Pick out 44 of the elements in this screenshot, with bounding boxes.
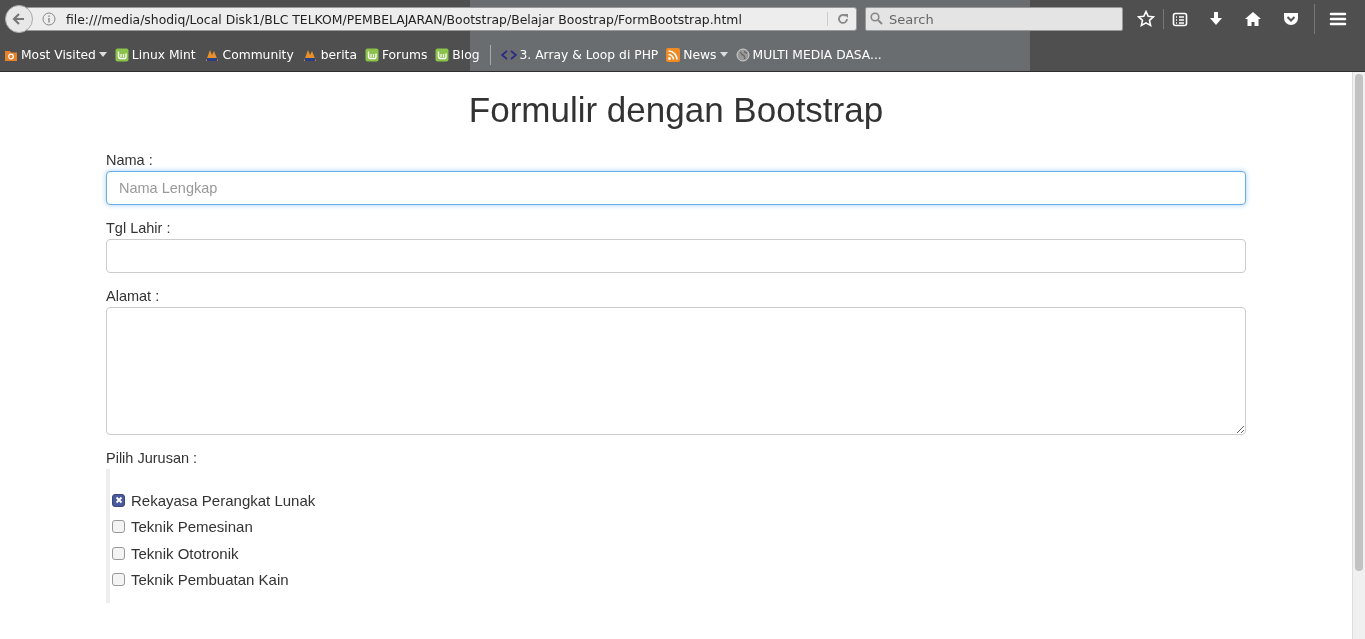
globe-icon — [735, 47, 750, 62]
field-label: Pilih Jurusan : — [106, 450, 199, 466]
scrollbar-thumb[interactable] — [1355, 74, 1363, 571]
page-title: Formulir dengan Bootstrap — [467, 90, 885, 130]
field-label: Alamat : — [106, 288, 161, 304]
checkbox-label[interactable]: Rekayasa Perangkat Lunak — [131, 491, 316, 509]
bookmark-item[interactable]: berita — [301, 47, 357, 62]
address-bar[interactable]: file:///media/shodiq/Local Disk1/BLC TELKOM/PEMBELAJARAN/Bootstrap/Belajar Boostrap/FormBootstrap.html — [27, 7, 857, 31]
checkbox-label[interactable]: Teknik Pemesinan — [131, 518, 253, 536]
input-field[interactable] — [106, 239, 1246, 273]
pocket-icon[interactable] — [1282, 11, 1300, 27]
cross-mark-icon — [114, 496, 123, 505]
field-label: Tgl Lahir : — [106, 220, 172, 236]
bookmark-item[interactable]: Forums — [364, 47, 428, 62]
checkbox-label[interactable]: Teknik Pembuatan Kain — [131, 571, 289, 589]
bookmark-item[interactable]: 3. Array & Loop di PHP — [500, 47, 659, 62]
menu-icon[interactable] — [1329, 11, 1347, 27]
mint-logo-icon — [364, 47, 379, 62]
checkbox[interactable] — [112, 573, 125, 587]
bookmark-item[interactable]: Linux Mint — [114, 47, 196, 62]
download-icon[interactable] — [1208, 11, 1224, 27]
checkbox[interactable] — [112, 493, 125, 507]
bookmark-item[interactable]: News — [666, 47, 728, 62]
back-arrow-icon — [12, 12, 26, 26]
bookmark-item[interactable]: Community — [203, 47, 294, 62]
input-field[interactable]: Nama Lengkap — [106, 171, 1246, 205]
mint-logo-icon — [435, 47, 450, 62]
checkbox[interactable] — [112, 546, 125, 560]
mint-logo-icon — [114, 47, 129, 62]
search-field[interactable]: Search — [865, 7, 1123, 31]
checkbox[interactable] — [112, 520, 125, 534]
reading-list-icon[interactable] — [1172, 11, 1188, 27]
home-icon[interactable] — [1244, 11, 1262, 27]
code-icon — [500, 47, 517, 62]
url-text: file:///media/shodiq/Local Disk1/BLC TELKOM/PEMBELAJARAN/Bootstrap/Belajar Boostrap/FormBootstrap.html — [66, 11, 743, 27]
field-label: Nama : — [106, 152, 154, 168]
reload-icon[interactable] — [827, 12, 850, 26]
textarea-field[interactable] — [106, 307, 1246, 435]
bookmark-item[interactable]: Blog — [435, 47, 480, 62]
bookmark-item[interactable]: Most Visited — [4, 47, 107, 62]
star-icon[interactable] — [1137, 10, 1155, 28]
bookmark-item[interactable]: MULTI MEDIA DASA... — [735, 47, 882, 62]
checkbox-label[interactable]: Teknik Ototronik — [131, 544, 239, 562]
back-button[interactable] — [5, 5, 33, 33]
